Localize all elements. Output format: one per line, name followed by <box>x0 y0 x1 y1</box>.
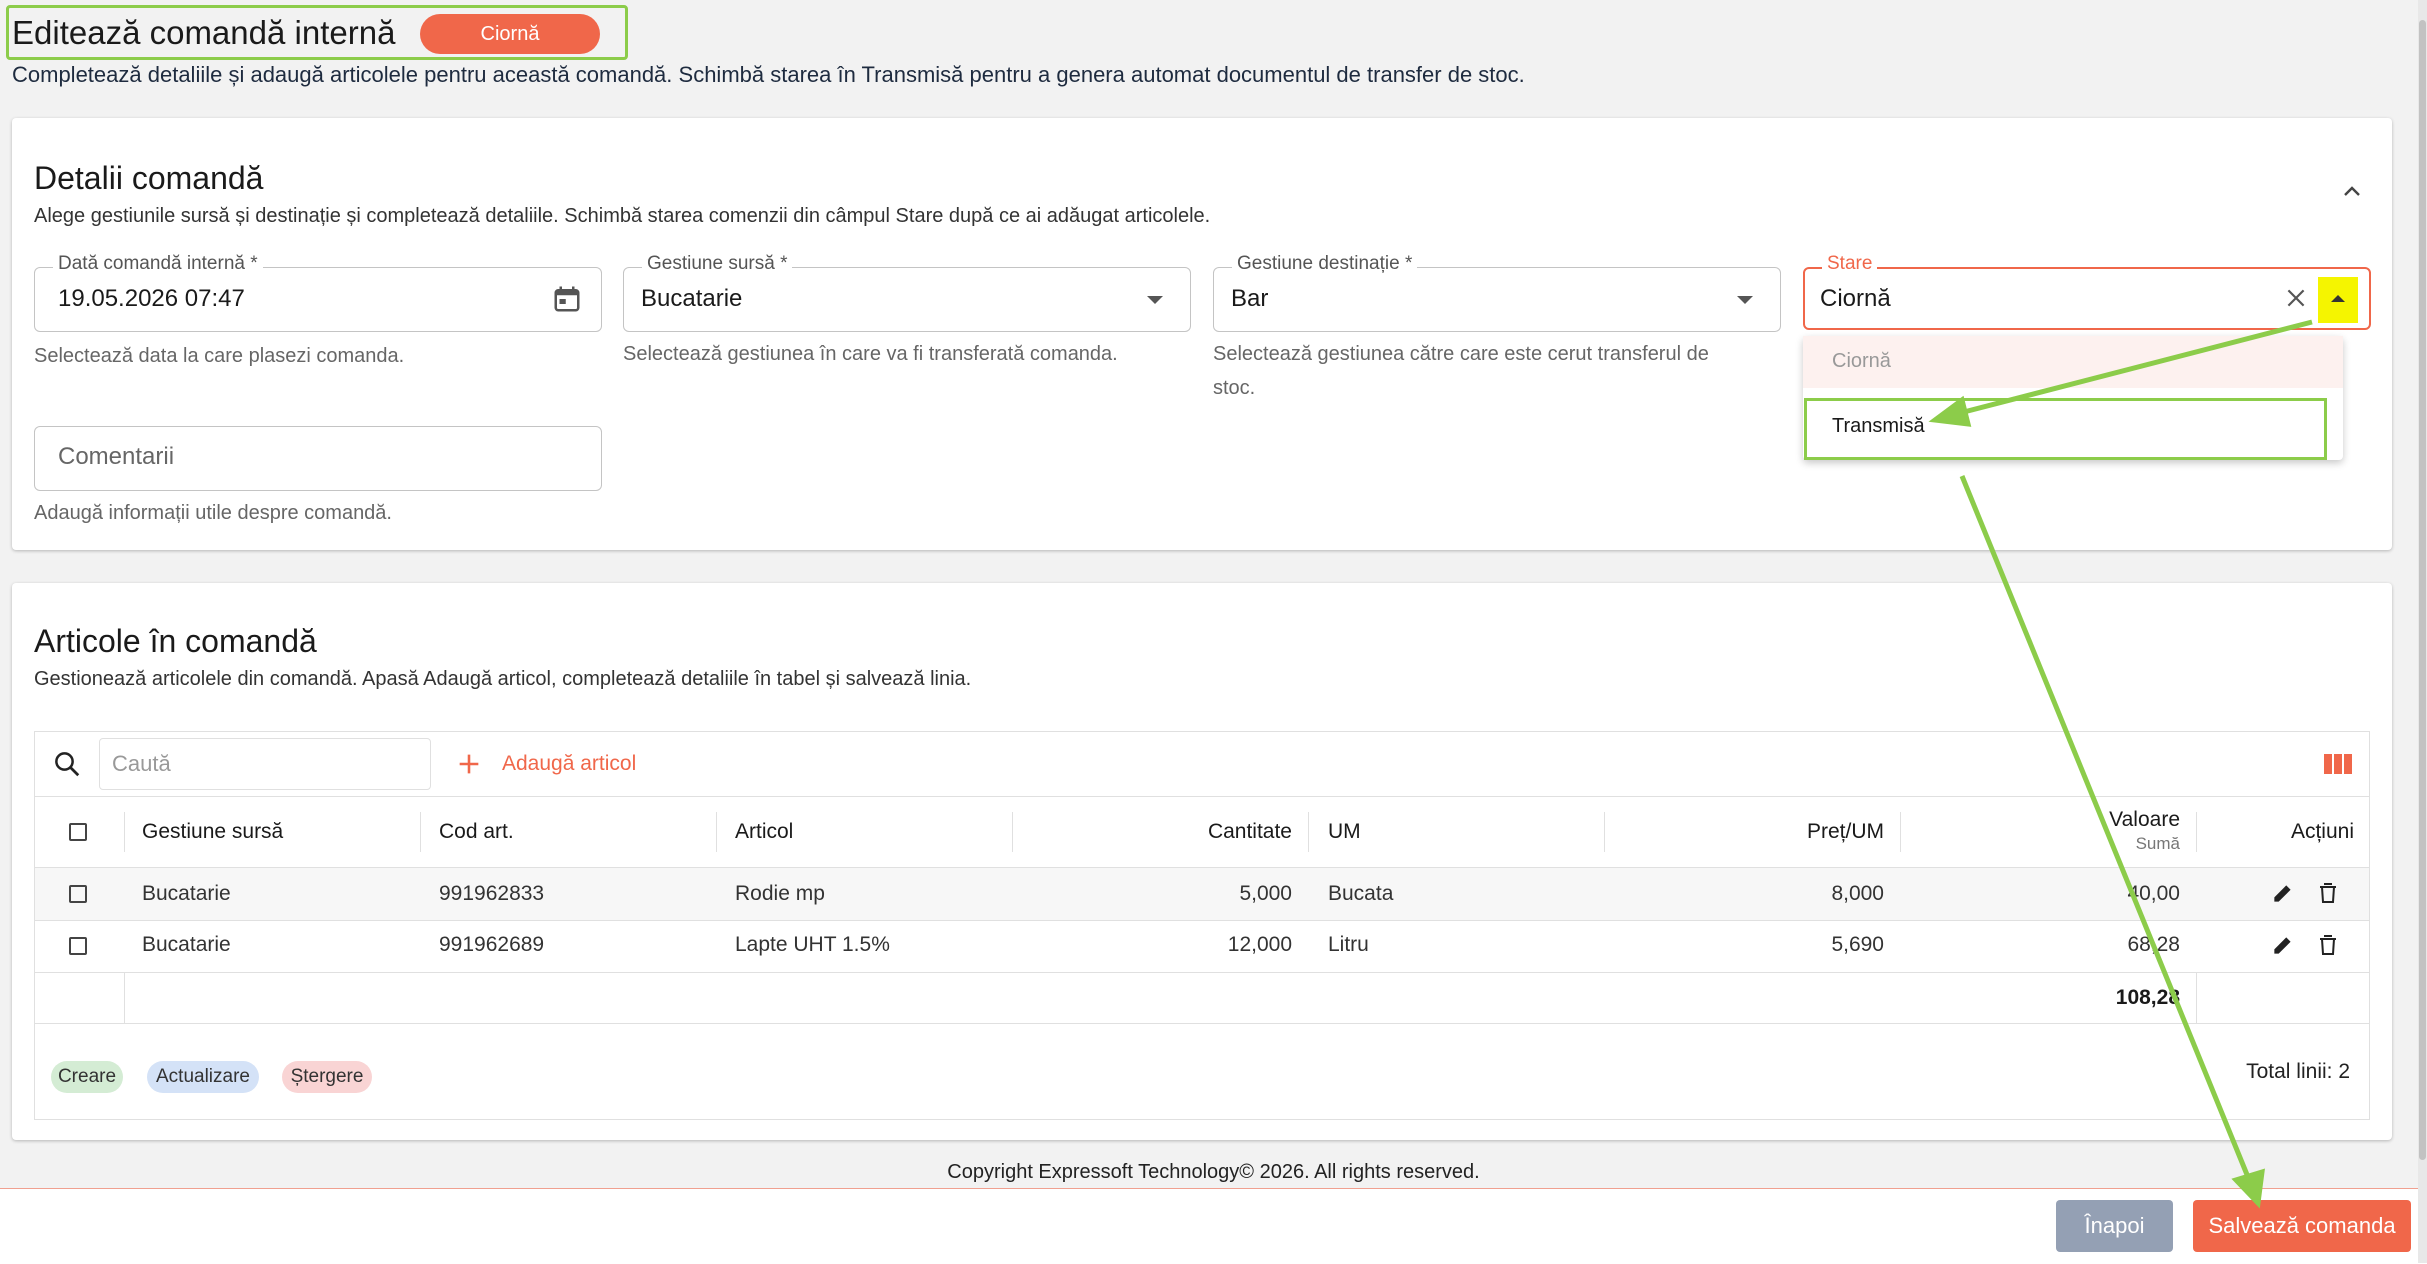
arrow-to-save-head <box>2231 1168 2265 1209</box>
arrow-to-save-line <box>1959 475 2253 1183</box>
arrow-to-transmitted-head <box>1928 395 1972 427</box>
annotation-arrows-overlay <box>1928 319 2313 1209</box>
arrow-to-transmitted-line <box>1959 319 2313 416</box>
